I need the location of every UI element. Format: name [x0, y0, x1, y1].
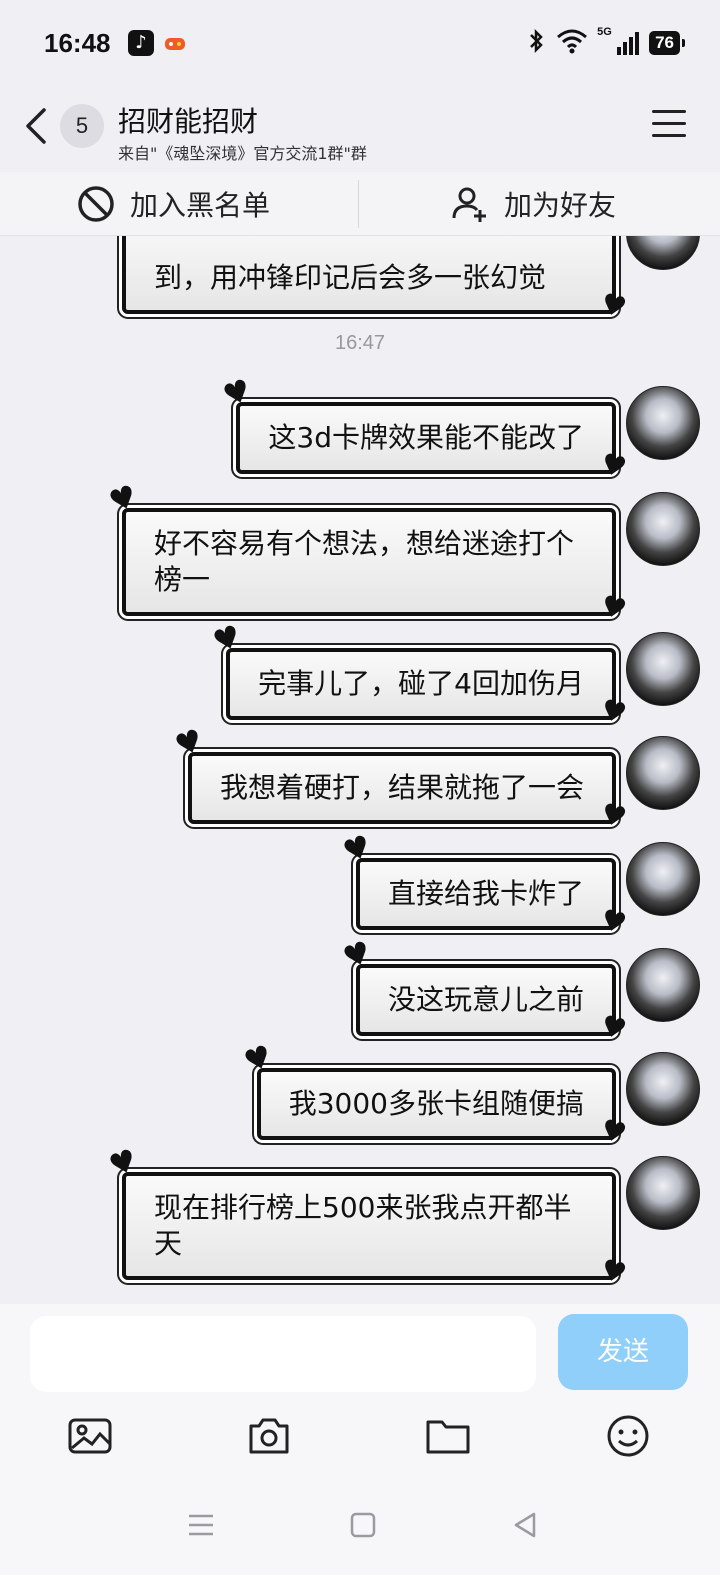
block-button[interactable]: 加入黑名单 — [76, 172, 270, 236]
hamburger-icon — [652, 110, 686, 113]
add-friend-button[interactable]: 加为好友 — [450, 172, 616, 236]
avatar[interactable] — [626, 948, 700, 1022]
message-bubble[interactable]: 好不容易有个想法，想给迷途打个榜一 — [122, 508, 616, 616]
unread-badge[interactable]: 5 — [60, 104, 104, 148]
camera-icon[interactable] — [245, 1412, 293, 1460]
message-row: 到，用冲锋印记后会多一张幻觉 — [122, 236, 700, 314]
message-text: 到，用冲锋印记后会多一张幻觉 — [154, 261, 547, 294]
avatar[interactable] — [626, 842, 700, 916]
tiktok-icon: ♪ — [128, 30, 154, 56]
chat-title: 招财能招财 — [118, 105, 259, 138]
home-icon[interactable] — [348, 1510, 378, 1540]
message-text: 好不容易有个想法，想给迷途打个榜一 — [154, 527, 575, 596]
recents-icon[interactable] — [186, 1510, 216, 1540]
message-bubble[interactable]: 我想着硬打，结果就拖了一会 — [187, 752, 616, 824]
message-row: 这3d卡牌效果能不能改了 — [236, 386, 700, 474]
timestamp: 16:47 — [334, 332, 386, 354]
game-icon — [162, 30, 188, 56]
chat-area[interactable]: 到，用冲锋印记后会多一张幻觉 16:47 这3d卡牌效果能不能改了 好不容易有个… — [0, 236, 720, 1304]
send-button[interactable]: 发送 — [558, 1314, 688, 1390]
status-bar: 16:48 ♪ 5G 76 — [0, 0, 720, 90]
message-row: 我想着硬打，结果就拖了一会 — [187, 736, 700, 824]
message-text: 没这玩意儿之前 — [387, 983, 584, 1016]
message-row: 没这玩意儿之前 — [355, 948, 700, 1036]
message-text: 我3000多张卡组随便搞 — [288, 1087, 584, 1120]
back-button[interactable] — [22, 104, 58, 148]
message-bubble[interactable]: 完事儿了，碰了4回加伤月 — [226, 648, 616, 720]
network-label: 5G — [597, 25, 612, 38]
message-bubble[interactable]: 我3000多张卡组随便搞 — [256, 1068, 616, 1140]
chat-subtitle: 来自"《魂坠深境》官方交流1群"群 — [118, 144, 367, 163]
menu-button[interactable] — [652, 110, 686, 138]
bluetooth-icon — [527, 28, 545, 58]
action-bar: 加入黑名单 加为好友 — [0, 172, 720, 236]
status-time: 16:48 — [44, 28, 111, 58]
status-icons: 5G 76 — [527, 26, 685, 58]
message-bubble[interactable]: 到，用冲锋印记后会多一张幻觉 — [122, 236, 616, 314]
message-bubble[interactable]: 现在排行榜上500来张我点开都半天 — [122, 1172, 616, 1280]
message-bubble[interactable]: 直接给我卡炸了 — [355, 858, 616, 930]
message-row: 直接给我卡炸了 — [355, 842, 700, 930]
avatar[interactable] — [626, 236, 700, 270]
message-text: 完事儿了，碰了4回加伤月 — [258, 667, 584, 700]
add-user-icon — [452, 187, 486, 222]
message-input[interactable] — [30, 1316, 536, 1392]
composer: 发送 — [0, 1304, 720, 1575]
message-row: 我3000多张卡组随便搞 — [256, 1052, 700, 1140]
emoji-icon[interactable] — [604, 1412, 652, 1460]
signal-icon: 5G — [597, 26, 640, 55]
avatar[interactable] — [626, 386, 700, 460]
folder-icon[interactable] — [424, 1412, 472, 1460]
avatar[interactable] — [626, 1156, 700, 1230]
message-text: 现在排行榜上500来张我点开都半天 — [154, 1191, 572, 1260]
avatar[interactable] — [626, 632, 700, 706]
image-icon[interactable] — [66, 1412, 114, 1460]
battery-icon: 76 — [649, 31, 685, 55]
avatar[interactable] — [626, 736, 700, 810]
message-text: 我想着硬打，结果就拖了一会 — [219, 771, 584, 804]
wifi-icon — [555, 28, 589, 58]
message-text: 直接给我卡炸了 — [387, 877, 584, 910]
block-label: 加入黑名单 — [130, 189, 271, 222]
message-text: 这3d卡牌效果能不能改了 — [268, 421, 584, 454]
add-friend-label: 加为好友 — [504, 189, 617, 222]
avatar[interactable] — [626, 492, 700, 566]
avatar[interactable] — [626, 1052, 700, 1126]
message-row: 完事儿了，碰了4回加伤月 — [226, 632, 700, 720]
message-row: 现在排行榜上500来张我点开都半天 — [122, 1156, 700, 1280]
back-nav-icon[interactable] — [510, 1510, 540, 1540]
block-icon — [78, 186, 114, 222]
chevron-left-icon — [26, 108, 46, 144]
message-row: 好不容易有个想法，想给迷途打个榜一 — [122, 492, 700, 616]
message-bubble[interactable]: 这3d卡牌效果能不能改了 — [236, 402, 616, 474]
message-bubble[interactable]: 没这玩意儿之前 — [355, 964, 616, 1036]
divider — [358, 180, 359, 228]
system-nav-bar — [0, 1504, 720, 1564]
